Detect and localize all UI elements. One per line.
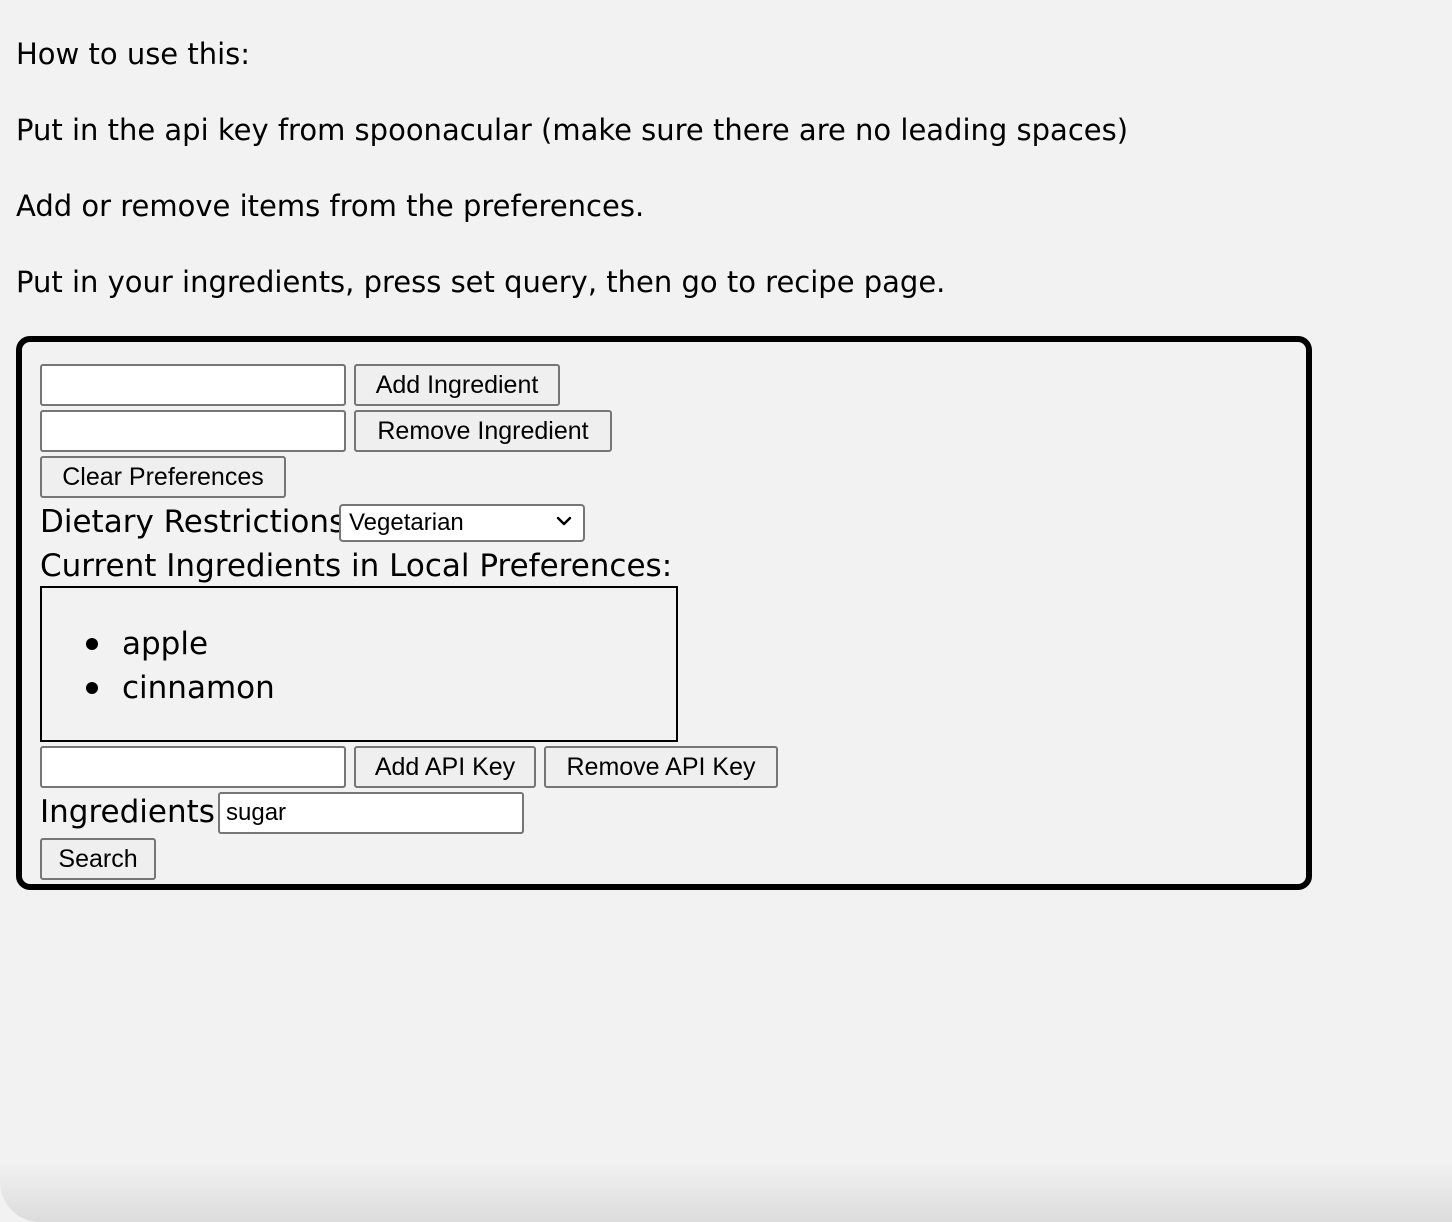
ingredients-query-input[interactable] bbox=[218, 792, 524, 834]
dietary-restrictions-select[interactable]: Vegetarian bbox=[339, 504, 585, 542]
add-ingredient-input[interactable] bbox=[40, 364, 346, 406]
clear-preferences-button[interactable]: Clear Preferences bbox=[40, 456, 286, 498]
list-item-label: apple bbox=[122, 626, 209, 662]
remove-api-key-button[interactable]: Remove API Key bbox=[544, 746, 778, 788]
dietary-restrictions-label: Dietary Restrictions bbox=[40, 504, 346, 540]
current-ingredients-box: apple cinnamon bbox=[40, 586, 678, 742]
list-item-label: cinnamon bbox=[122, 670, 275, 706]
add-api-key-button[interactable]: Add API Key bbox=[354, 746, 536, 788]
search-button[interactable]: Search bbox=[40, 838, 156, 880]
api-key-input[interactable] bbox=[40, 746, 346, 788]
bullet-icon bbox=[86, 682, 98, 694]
preferences-panel: Add Ingredient Remove Ingredient Clear P… bbox=[16, 336, 1312, 890]
chevron-down-icon bbox=[556, 516, 572, 526]
current-ingredients-list: apple cinnamon bbox=[42, 622, 275, 710]
instructions-step-api-key: Put in the api key from spoonacular (mak… bbox=[16, 113, 1129, 147]
list-item: apple bbox=[42, 622, 275, 666]
instructions-step-query: Put in your ingredients, press set query… bbox=[16, 265, 946, 299]
list-item: cinnamon bbox=[42, 666, 275, 710]
add-ingredient-button[interactable]: Add Ingredient bbox=[354, 364, 560, 406]
instructions-heading: How to use this: bbox=[16, 37, 251, 71]
instructions-step-preferences: Add or remove items from the preferences… bbox=[16, 189, 645, 223]
ingredients-label: Ingredients bbox=[40, 794, 215, 830]
dietary-restrictions-selected-value: Vegetarian bbox=[349, 509, 464, 536]
window-bottom-shadow bbox=[0, 1162, 1452, 1222]
bullet-icon bbox=[86, 638, 98, 650]
remove-ingredient-input[interactable] bbox=[40, 410, 346, 452]
remove-ingredient-button[interactable]: Remove Ingredient bbox=[354, 410, 612, 452]
current-ingredients-heading: Current Ingredients in Local Preferences… bbox=[40, 548, 673, 584]
